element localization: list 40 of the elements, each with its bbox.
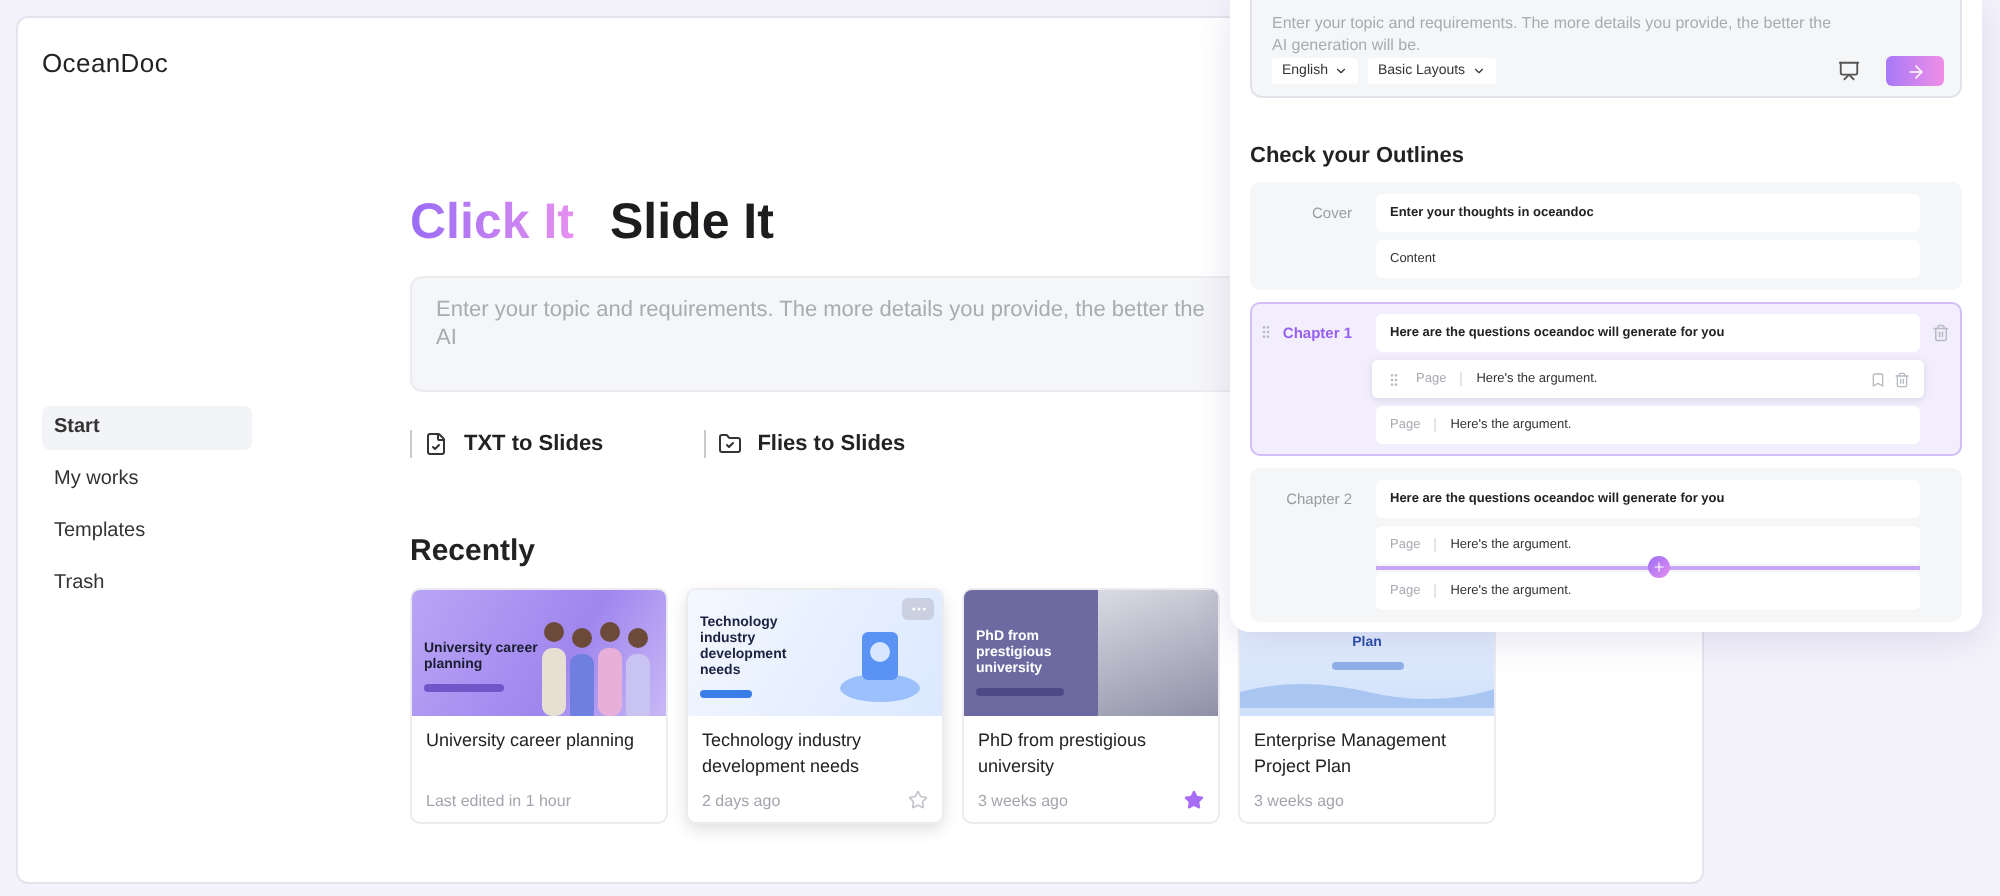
bookmark-icon[interactable]	[1870, 371, 1886, 387]
star-icon[interactable]	[1184, 790, 1204, 810]
sidebar-item[interactable]: Trash	[42, 562, 252, 606]
hero-title: Slide It	[609, 194, 774, 252]
drag-handle-icon[interactable]	[1258, 324, 1275, 340]
thumbnail-bar	[424, 684, 504, 692]
plus-icon	[1652, 560, 1666, 574]
card-timestamp: 3 weeks ago	[1254, 792, 1344, 810]
card-title: University career planning	[426, 728, 637, 754]
chevron-down-icon	[1333, 64, 1348, 78]
submit-button[interactable]	[1886, 56, 1944, 86]
card-title: Technology industry development needs	[702, 728, 864, 780]
thumbnail-bar	[976, 688, 1064, 696]
sidebar-item[interactable]: Templates	[42, 510, 252, 554]
photo-placeholder	[1098, 590, 1218, 716]
star-icon[interactable]	[908, 790, 928, 810]
logo: OceanDoc	[42, 48, 169, 78]
card-timestamp: 2 days ago	[702, 791, 781, 809]
card-title: Enterprise Management Project Plan	[1254, 728, 1449, 780]
card-title: PhD from prestigious university	[978, 728, 1149, 780]
more-button[interactable]	[902, 598, 934, 620]
sidebar-item[interactable]: Start	[42, 406, 252, 450]
action-link[interactable]: TXT to Slides	[410, 430, 604, 458]
sidebar-item[interactable]: My works	[42, 458, 252, 502]
card-timestamp: 3 weeks ago	[978, 791, 1068, 809]
chevron-down-icon	[1471, 64, 1486, 78]
folder-icon	[717, 432, 742, 456]
action-link[interactable]: Flies to Slides	[703, 430, 906, 458]
section-title: Recently	[410, 534, 536, 568]
add-page-button[interactable]	[1648, 556, 1670, 578]
presentation-icon[interactable]	[1838, 60, 1860, 82]
thumbnail-bar	[1331, 662, 1403, 670]
delete-icon[interactable]	[1931, 324, 1949, 342]
card-timestamp: Last edited in 1 hour	[426, 792, 571, 810]
outline-title: Check your Outlines	[1250, 144, 1466, 168]
arrow-right-icon	[1905, 61, 1925, 81]
file-icon	[424, 432, 448, 456]
delete-icon[interactable]	[1894, 371, 1910, 387]
thumbnail-bar	[700, 690, 752, 698]
drag-handle-icon[interactable]	[1386, 371, 1402, 387]
